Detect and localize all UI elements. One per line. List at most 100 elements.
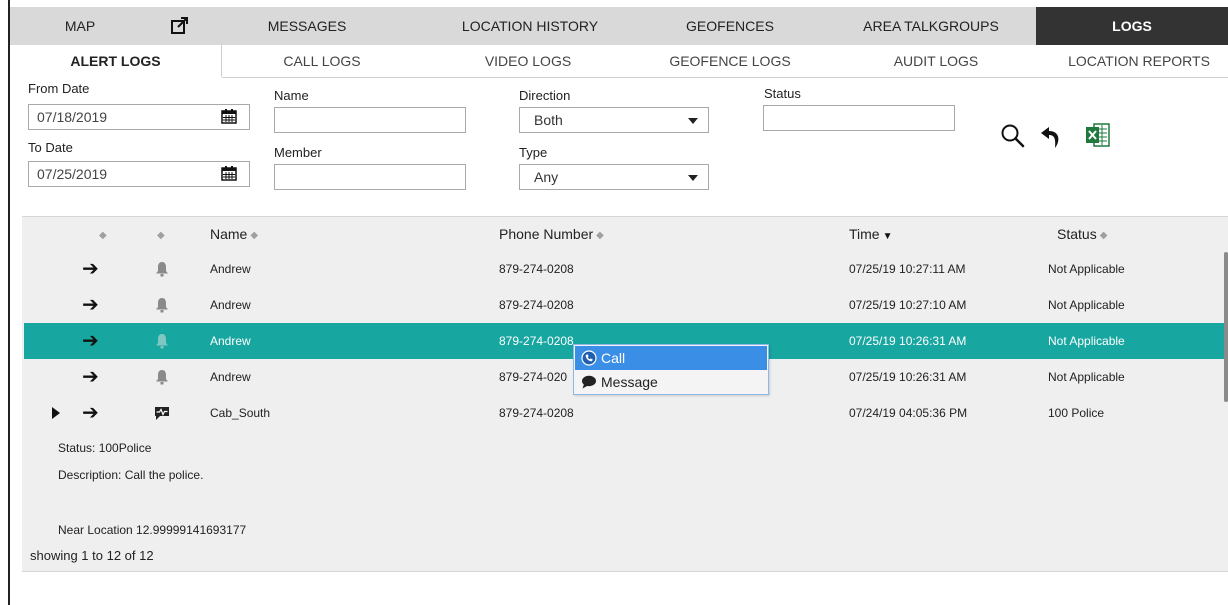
direction-label: Direction	[519, 88, 571, 103]
subtab-location-reports[interactable]: LOCATION REPORTS	[1050, 45, 1228, 78]
row-name: Andrew	[210, 370, 251, 384]
status-input[interactable]	[763, 105, 955, 131]
to-date-field[interactable]: 07/25/2019	[28, 161, 250, 187]
column-header-phone[interactable]: Phone Number ◆	[499, 217, 604, 251]
row-phone: 879-274-0208	[499, 334, 574, 348]
type-select[interactable]: Any	[519, 164, 709, 190]
nav-tab-location-history[interactable]: LOCATION HISTORY	[430, 7, 630, 45]
pagination-summary: showing 1 to 12 of 12	[30, 548, 154, 563]
search-icon[interactable]	[1000, 123, 1026, 149]
row-time: 07/25/19 10:27:10 AM	[849, 298, 967, 312]
arrow-right-icon: ➔	[82, 366, 99, 388]
row-time: 07/25/19 10:26:31 AM	[849, 370, 967, 384]
type-label: Type	[519, 145, 548, 160]
arrow-right-icon: ➔	[82, 258, 99, 280]
detail-status: Status: 100Police	[58, 441, 152, 455]
direction-select[interactable]: Both	[519, 107, 709, 133]
to-date-value: 07/25/2019	[37, 166, 108, 182]
column-header-status-label: Status	[1057, 226, 1097, 242]
row-status: 100 Police	[1048, 406, 1105, 420]
context-menu-call[interactable]: Call	[575, 346, 767, 370]
bell-icon	[156, 334, 168, 349]
bell-icon	[156, 298, 168, 313]
bell-icon	[156, 262, 168, 277]
table-row[interactable]: ➔ Andrew 879-274-0208 07/25/19 10:27:11 …	[24, 251, 1228, 287]
direction-value: Both	[534, 112, 563, 128]
nav-tab-area-talkgroups[interactable]: AREA TALKGROUPS	[836, 7, 1026, 45]
nav-tab-map[interactable]: MAP	[10, 7, 150, 45]
column-header-time[interactable]: Time ▼	[849, 217, 893, 251]
table-row-expandable[interactable]: ➔ Cab_South 879-274-0208 07/24/19 04:05:…	[24, 395, 1228, 431]
nav-tab-logs[interactable]: LOGS	[1036, 7, 1228, 45]
nav-tab-messages[interactable]: MESSAGES	[232, 7, 382, 45]
from-date-field[interactable]: 07/18/2019	[28, 104, 250, 130]
popout-icon[interactable]	[170, 16, 190, 36]
column-header-phone-label: Phone Number	[499, 226, 594, 242]
sort-column-type[interactable]: ◆	[154, 217, 165, 251]
from-date-value: 07/18/2019	[37, 109, 108, 125]
row-phone: 879-274-0208	[499, 406, 574, 420]
member-label: Member	[274, 145, 322, 160]
row-status: Not Applicable	[1048, 370, 1125, 384]
table-row[interactable]: ➔ Andrew 879-274-0208 07/25/19 10:27:10 …	[24, 287, 1228, 323]
calendar-icon[interactable]	[221, 108, 237, 124]
subtab-audit-logs[interactable]: AUDIT LOGS	[836, 45, 1036, 78]
to-date-label: To Date	[28, 140, 73, 155]
log-subtabs: ALERT LOGS CALL LOGS VIDEO LOGS GEOFENCE…	[10, 45, 1228, 78]
subtab-video-logs[interactable]: VIDEO LOGS	[428, 45, 628, 78]
detail-description: Description: Call the police.	[58, 468, 204, 482]
expand-row-icon[interactable]	[52, 407, 60, 419]
subtab-geofence-logs[interactable]: GEOFENCE LOGS	[630, 45, 830, 78]
row-phone: 879-274-020	[499, 370, 568, 384]
chevron-down-icon	[688, 175, 698, 181]
grid-scrollbar[interactable]	[1224, 252, 1228, 402]
row-name: Andrew	[210, 262, 251, 276]
context-menu-message[interactable]: Message	[575, 370, 767, 394]
heartbeat-chat-icon	[155, 407, 169, 420]
call-icon	[581, 350, 597, 366]
arrow-right-icon: ➔	[82, 294, 99, 316]
context-menu-call-label: Call	[601, 350, 626, 366]
detail-location: Near Location 12.99999141693177	[58, 523, 247, 537]
sort-icon: ◆	[596, 230, 604, 241]
column-header-time-label: Time	[849, 226, 880, 242]
arrow-right-icon: ➔	[82, 402, 99, 424]
row-name: Andrew	[210, 298, 251, 312]
context-menu: Call Message	[573, 344, 769, 395]
type-value: Any	[534, 169, 559, 185]
row-name: Andrew	[210, 334, 251, 348]
undo-icon[interactable]	[1040, 122, 1066, 150]
status-label: Status	[764, 86, 801, 101]
sort-icon: ◆	[1099, 230, 1108, 241]
top-nav: MAP MESSAGES LOCATION HISTORY GEOFENCES …	[10, 7, 1228, 45]
column-header-status[interactable]: Status ◆	[1057, 217, 1107, 251]
chevron-down-icon	[688, 118, 698, 124]
subtab-alert-logs[interactable]: ALERT LOGS	[10, 45, 222, 78]
row-time: 07/25/19 10:27:11 AM	[849, 262, 966, 276]
row-status: Not Applicable	[1048, 334, 1125, 348]
row-status: Not Applicable	[1048, 298, 1125, 312]
bell-icon	[156, 370, 168, 385]
sort-desc-icon: ▼	[882, 231, 893, 242]
arrow-right-icon: ➔	[82, 330, 99, 352]
sort-column-direction[interactable]: ◆	[96, 217, 107, 251]
sort-icon: ◆	[250, 230, 259, 241]
row-name: Cab_South	[210, 406, 271, 420]
row-time: 07/25/19 10:26:31 AM	[849, 334, 967, 348]
row-time: 07/24/19 04:05:36 PM	[849, 406, 968, 420]
from-date-label: From Date	[28, 81, 90, 96]
subtab-call-logs[interactable]: CALL LOGS	[222, 45, 422, 78]
name-label: Name	[274, 88, 309, 103]
column-header-name-label: Name	[210, 226, 248, 242]
column-header-name[interactable]: Name ◆	[210, 217, 258, 251]
nav-tab-geofences[interactable]: GEOFENCES	[650, 7, 810, 45]
message-icon	[582, 375, 596, 389]
member-input[interactable]	[274, 164, 466, 190]
name-input[interactable]	[274, 107, 466, 133]
row-phone: 879-274-0208	[499, 262, 574, 276]
excel-export-icon[interactable]	[1085, 122, 1111, 148]
row-phone: 879-274-0208	[499, 298, 574, 312]
context-menu-message-label: Message	[601, 374, 658, 390]
row-status: Not Applicable	[1048, 262, 1125, 276]
calendar-icon[interactable]	[221, 165, 237, 181]
